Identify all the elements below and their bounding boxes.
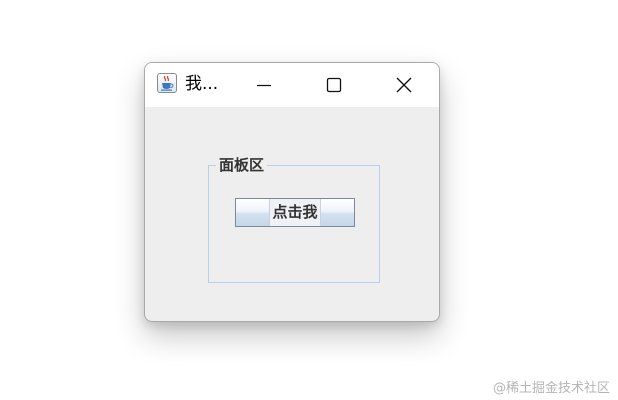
close-button[interactable] xyxy=(381,67,427,103)
java-coffee-cup-icon[interactable] xyxy=(157,73,177,93)
app-window: 我... 面板区 点击我 xyxy=(144,62,440,322)
maximize-button[interactable] xyxy=(311,67,357,103)
minimize-icon xyxy=(257,84,271,87)
title-bar[interactable]: 我... xyxy=(145,63,439,107)
titled-panel: 面板区 点击我 xyxy=(208,155,380,283)
minimize-button[interactable] xyxy=(241,67,287,103)
panel-title: 面板区 xyxy=(216,155,268,175)
watermark: @稀土掘金技术社区 xyxy=(492,381,610,396)
desktop: 我... 面板区 点击我 @稀土掘金技术社区 xyxy=(0,0,618,400)
click-me-button[interactable]: 点击我 xyxy=(235,198,355,227)
window-title: 我... xyxy=(185,74,219,94)
close-icon xyxy=(396,77,412,93)
click-me-button-label: 点击我 xyxy=(269,199,321,226)
maximize-icon xyxy=(326,77,342,93)
